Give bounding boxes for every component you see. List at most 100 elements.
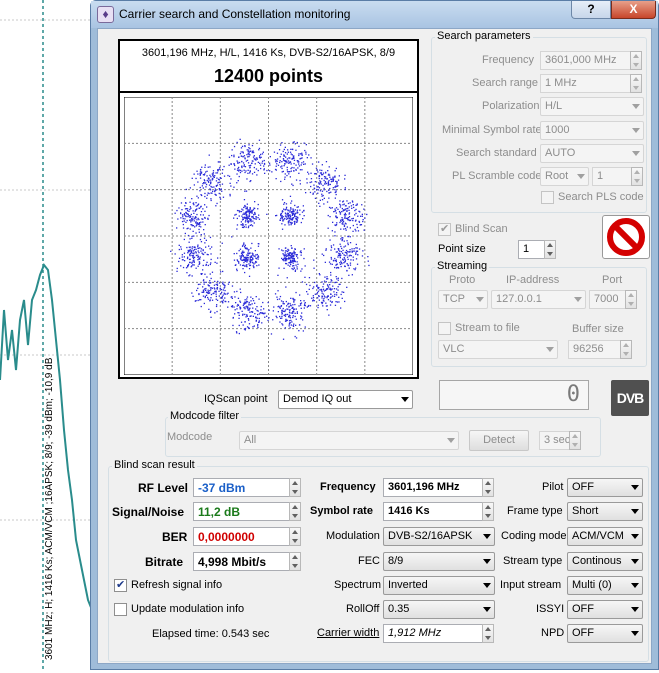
chevron-down-icon	[632, 151, 640, 156]
min-symbol-rate-value: 1000	[545, 124, 570, 136]
pl-scramble-spinner[interactable]	[631, 167, 643, 186]
search-range-label: Search range	[472, 77, 539, 89]
carrier-info-vertical: 3601 MHz; H; 1416 Ks; ACM/VCM ;16APSK; 8…	[44, 357, 55, 660]
bitrate-spinner[interactable]	[289, 552, 301, 571]
chevron-down-icon	[631, 583, 639, 588]
rf-level-label: RF Level	[138, 481, 189, 495]
search-pls-label: Search PLS code	[558, 191, 644, 203]
modcode-label: Modcode	[167, 431, 213, 443]
pilot-label: Pilot	[542, 481, 564, 493]
input-stream-label: Input stream	[500, 579, 562, 591]
symbol-rate-spinner[interactable]	[482, 502, 494, 521]
coding-mode-select[interactable]: ACM/VCM	[567, 527, 643, 546]
buffer-size-input[interactable]: 96256	[568, 340, 621, 359]
elapsed-time: Elapsed time: 0.543 sec	[152, 628, 270, 640]
constellation-info: 3601,196 MHz, H/L, 1416 Ks, DVB-S2/16APS…	[141, 47, 396, 59]
point-size-label: Point size	[438, 243, 486, 255]
proto-select[interactable]: TCP	[438, 290, 488, 309]
pilot-select[interactable]: OFF	[567, 478, 643, 497]
frequency-result-spinner[interactable]	[482, 478, 494, 497]
min-symbol-rate-select[interactable]: 1000	[540, 121, 644, 140]
pl-scramble-mode-value: Root	[545, 170, 569, 182]
frequency-input[interactable]: 3601,000 MHz	[540, 51, 631, 70]
stop-scan-button[interactable]	[602, 215, 650, 259]
stream-to-file-checkbox[interactable]	[438, 322, 451, 335]
bitrate-label: Bitrate	[145, 555, 184, 569]
rolloff-select[interactable]: 0.35	[383, 600, 495, 619]
carrier-width-label[interactable]: Carrier width	[317, 627, 379, 639]
signal-counter-display: 0	[439, 380, 589, 410]
no-entry-icon	[607, 218, 645, 256]
signal-noise-label: Signal/Noise	[112, 505, 185, 519]
rf-level-value: -37 dBm	[193, 478, 290, 497]
blind-scan-result-title: Blind scan result	[112, 459, 197, 471]
signal-noise-spinner[interactable]	[289, 502, 301, 521]
buffer-size-label: Buffer size	[572, 323, 624, 335]
refresh-signal-checkbox[interactable]	[114, 578, 127, 592]
app-icon: ♦	[97, 6, 114, 23]
frame-type-label: Frame type	[507, 505, 563, 517]
stream-type-select[interactable]: Continous	[567, 552, 643, 571]
npd-value: OFF	[572, 627, 594, 639]
carrier-search-dialog: ♦ Carrier search and Constellation monit…	[90, 0, 659, 670]
pilot-value: OFF	[572, 481, 594, 493]
carrier-width-spinner[interactable]	[482, 624, 494, 643]
detect-button[interactable]: Detect	[469, 430, 529, 451]
rolloff-label: RollOff	[346, 603, 380, 615]
chevron-down-icon	[401, 397, 409, 402]
input-stream-select[interactable]: Multi (0)	[567, 576, 643, 595]
help-button[interactable]: ?	[571, 1, 611, 19]
polarization-value: H/L	[545, 100, 563, 112]
min-symbol-rate-label: Minimal Symbol rate	[442, 124, 542, 136]
pl-scramble-code-input[interactable]: 1	[592, 167, 632, 186]
port-input[interactable]: 7000	[589, 290, 626, 309]
port-spinner[interactable]	[625, 290, 637, 309]
ip-address-select[interactable]: 127.0.0.1	[491, 290, 586, 309]
window-title: Carrier search and Constellation monitor…	[119, 7, 351, 21]
iqscan-point-select[interactable]: Demod IQ out	[278, 390, 413, 409]
chevron-down-icon	[631, 534, 639, 539]
chevron-down-icon	[631, 607, 639, 612]
modulation-label: Modulation	[326, 530, 380, 542]
npd-select[interactable]: OFF	[567, 624, 643, 643]
frequency-spinner[interactable]	[630, 51, 642, 70]
rf-level-spinner[interactable]	[289, 478, 301, 497]
detect-interval-spinner[interactable]	[569, 431, 581, 450]
search-pls-checkbox[interactable]	[541, 191, 554, 204]
coding-mode-label: Coding mode	[501, 530, 567, 542]
search-range-input[interactable]: 1 MHz	[540, 74, 631, 93]
blind-scan-checkbox[interactable]	[438, 222, 451, 236]
update-modulation-checkbox[interactable]	[114, 603, 127, 616]
modulation-select[interactable]: DVB-S2/16APSK	[383, 527, 495, 546]
proto-label: Proto	[449, 274, 476, 286]
modcode-value: All	[244, 434, 257, 446]
detect-interval-input[interactable]: 3 sec	[539, 431, 570, 450]
frame-type-select[interactable]: Short	[567, 502, 643, 521]
spectrum-select[interactable]: Inverted	[383, 576, 495, 595]
chevron-down-icon	[483, 583, 491, 588]
issyi-select[interactable]: OFF	[567, 600, 643, 619]
pl-scramble-mode-select[interactable]: Root	[540, 167, 589, 186]
player-select[interactable]: VLC	[438, 340, 558, 359]
polarization-select[interactable]: H/L	[540, 97, 644, 116]
rolloff-value: 0.35	[388, 603, 410, 615]
fec-select[interactable]: 8/9	[383, 552, 495, 571]
buffer-size-spinner[interactable]	[620, 340, 632, 359]
spectrum-value: Inverted	[388, 579, 428, 591]
search-standard-select[interactable]: AUTO	[540, 144, 644, 163]
constellation-header: 3601,196 MHz, H/L, 1416 Ks, DVB-S2/16APS…	[120, 41, 417, 93]
symbol-rate-label: Symbol rate	[310, 505, 373, 517]
modcode-select[interactable]: All	[239, 431, 459, 450]
constellation-panel: 3601,196 MHz, H/L, 1416 Ks, DVB-S2/16APS…	[118, 39, 419, 379]
symbol-rate-value: 1416 Ks	[383, 502, 483, 521]
point-size-input[interactable]: 1	[518, 240, 545, 259]
chevron-down-icon	[631, 631, 639, 636]
chevron-down-icon	[631, 559, 639, 564]
frame-type-value: Short	[572, 505, 599, 517]
ip-address-value: 127.0.0.1	[496, 293, 542, 305]
point-size-spinner[interactable]	[544, 240, 556, 259]
close-button[interactable]: X	[611, 1, 656, 19]
issyi-label: ISSYI	[536, 603, 565, 615]
ber-spinner[interactable]	[289, 527, 301, 546]
search-range-spinner[interactable]	[630, 74, 642, 93]
